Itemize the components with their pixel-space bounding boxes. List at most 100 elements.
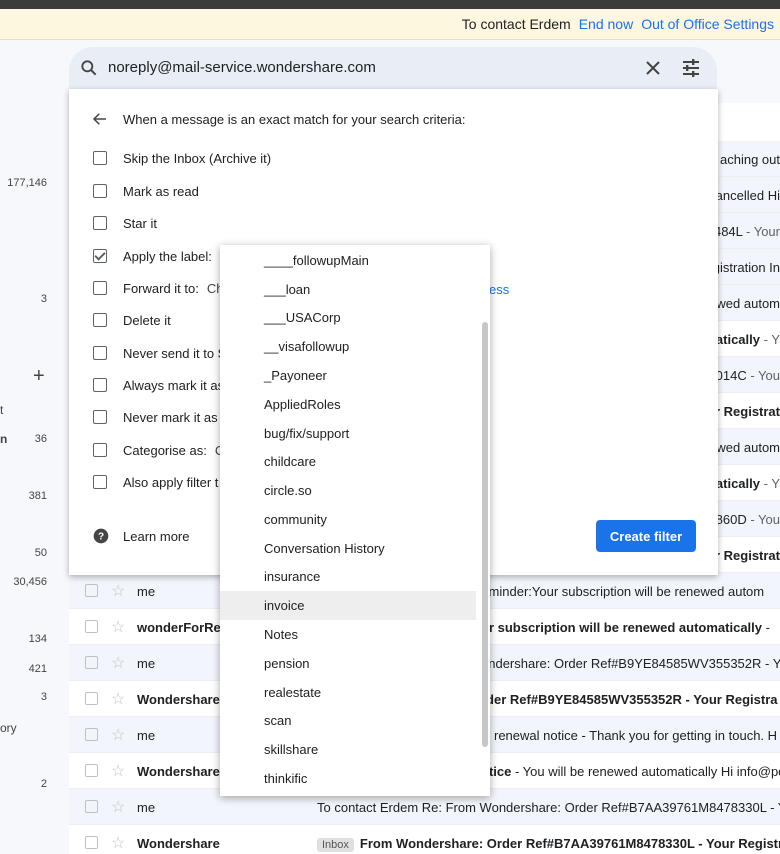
option-never-important[interactable]: Never mark it as i xyxy=(93,407,224,427)
clear-search-icon[interactable] xyxy=(641,56,665,80)
label-option[interactable]: ___USACorp xyxy=(220,303,476,332)
label-option[interactable]: Conversation History xyxy=(220,534,476,563)
checkbox[interactable] xyxy=(93,184,107,198)
row-checkbox[interactable] xyxy=(85,800,98,813)
email-sender: Wondershare xyxy=(137,692,220,707)
ooo-settings-link[interactable]: Out of Office Settings xyxy=(641,16,774,32)
forward-address-link[interactable]: ess xyxy=(489,282,509,297)
label-option-highlighted[interactable]: invoice xyxy=(220,591,476,620)
checkbox[interactable] xyxy=(93,475,107,489)
count-label: 50 xyxy=(34,547,47,559)
row-checkbox[interactable] xyxy=(85,584,98,597)
create-filter-button[interactable]: Create filter xyxy=(596,520,696,552)
label-option[interactable]: circle.so xyxy=(220,476,476,505)
email-sender: me xyxy=(137,728,156,743)
option-categorise[interactable]: Categorise as:C xyxy=(93,440,224,460)
sidebar-fragment[interactable]: t xyxy=(0,403,3,417)
email-subject: aching out xyxy=(720,152,780,167)
option-label: Mark as read xyxy=(123,183,199,199)
option-forward[interactable]: Forward it to: Ch xyxy=(93,278,223,298)
row-checkbox[interactable] xyxy=(85,656,98,669)
help-icon[interactable]: ? xyxy=(93,528,109,544)
star-icon[interactable]: ☆ xyxy=(111,797,125,817)
option-label: Never mark it as i xyxy=(123,409,225,425)
checkbox[interactable] xyxy=(93,249,107,263)
sidebar-fragment[interactable]: ory xyxy=(0,721,17,735)
star-icon[interactable]: ☆ xyxy=(111,833,125,853)
count-label: 3 xyxy=(40,691,47,703)
dropdown-scrollbar[interactable] xyxy=(482,322,488,747)
label-option[interactable]: ____followupMain xyxy=(220,246,476,275)
search-input[interactable]: noreply@mail-service.wondershare.com xyxy=(108,59,376,76)
label-option[interactable]: AppliedRoles xyxy=(220,390,476,419)
search-bar[interactable]: noreply@mail-service.wondershare.com xyxy=(69,47,717,89)
option-delete[interactable]: Delete it xyxy=(93,310,171,330)
email-subject: wed autom xyxy=(716,440,780,455)
add-label-icon[interactable]: + xyxy=(33,365,45,388)
row-checkbox[interactable] xyxy=(85,620,98,633)
option-star[interactable]: Star it xyxy=(93,213,157,233)
star-icon[interactable]: ☆ xyxy=(111,617,125,637)
email-subject: ur subscription will be renewed automati… xyxy=(481,620,770,635)
option-apply-label[interactable]: Apply the label: xyxy=(93,246,212,266)
option-label: Never send it to S xyxy=(123,345,227,361)
star-icon[interactable]: ☆ xyxy=(111,581,125,601)
label-option[interactable]: pension xyxy=(220,649,476,678)
count-label: 30,456 xyxy=(13,576,47,588)
count-label: 3 xyxy=(40,293,47,305)
label-option[interactable]: _Payoneer xyxy=(220,361,476,390)
checkbox[interactable] xyxy=(93,346,107,360)
label-option[interactable]: childcare xyxy=(220,447,476,476)
label-option[interactable]: scan xyxy=(220,706,476,735)
email-subject: 4014C - You xyxy=(708,368,780,383)
star-icon[interactable]: ☆ xyxy=(111,725,125,745)
checkbox[interactable] xyxy=(93,151,107,165)
label-option[interactable]: community xyxy=(220,505,476,534)
checkbox[interactable] xyxy=(93,443,107,457)
option-label: Star it xyxy=(123,215,157,231)
star-icon[interactable]: ☆ xyxy=(111,689,125,709)
option-never-spam[interactable]: Never send it to S xyxy=(93,343,226,363)
email-sender: Wondershare xyxy=(137,764,220,779)
label-option[interactable]: realestate xyxy=(220,678,476,707)
learn-more-link[interactable]: Learn more xyxy=(123,529,189,544)
checkbox[interactable] xyxy=(93,410,107,424)
email-subject: reminder:Your subscription will be renew… xyxy=(477,584,765,599)
row-checkbox[interactable] xyxy=(85,728,98,741)
back-arrow-icon[interactable] xyxy=(91,110,109,128)
star-icon[interactable]: ☆ xyxy=(111,761,125,781)
label-option[interactable]: skillshare xyxy=(220,735,476,764)
option-label: Apply the label: xyxy=(123,248,212,264)
option-always-important[interactable]: Always mark it as xyxy=(93,375,224,395)
inbox-badge: Inbox xyxy=(317,838,354,852)
label-option[interactable]: __visafollowup xyxy=(220,332,476,361)
checkbox[interactable] xyxy=(93,216,107,230)
email-row[interactable]: ☆ Wondershare Inbox From Wondershare: Ord… xyxy=(69,825,780,854)
label-option[interactable]: thinkific xyxy=(220,764,476,793)
option-mark-read[interactable]: Mark as read xyxy=(93,181,199,201)
row-checkbox[interactable] xyxy=(85,692,98,705)
label-option[interactable]: Notes xyxy=(220,620,476,649)
checkbox[interactable] xyxy=(93,378,107,392)
row-checkbox[interactable] xyxy=(85,836,98,849)
count-label: 2 xyxy=(40,778,47,790)
checkbox[interactable] xyxy=(93,281,107,295)
email-subject: ic renewal notice - Thank you for gettin… xyxy=(481,728,778,743)
label-option[interactable]: ___loan xyxy=(220,275,476,304)
option-also-apply[interactable]: Also apply filter t xyxy=(93,472,218,492)
email-subject: ancelled Hi xyxy=(715,188,780,203)
count-label: 36 xyxy=(34,433,47,445)
search-icon[interactable] xyxy=(79,58,99,78)
row-checkbox[interactable] xyxy=(85,764,98,777)
label-option[interactable]: insurance xyxy=(220,562,476,591)
star-icon[interactable]: ☆ xyxy=(111,653,125,673)
filter-header: When a message is an exact match for you… xyxy=(123,112,466,127)
sidebar-fragment[interactable]: n xyxy=(0,432,7,446)
option-label: Forward it to: xyxy=(123,280,199,296)
option-skip-inbox[interactable]: Skip the Inbox (Archive it) xyxy=(93,148,271,168)
search-options-icon[interactable] xyxy=(679,56,703,80)
end-now-link[interactable]: End now xyxy=(579,16,633,32)
checkbox[interactable] xyxy=(93,313,107,327)
label-option[interactable]: bug/fix/support xyxy=(220,419,476,448)
email-subject: 484L - Your xyxy=(713,224,780,239)
